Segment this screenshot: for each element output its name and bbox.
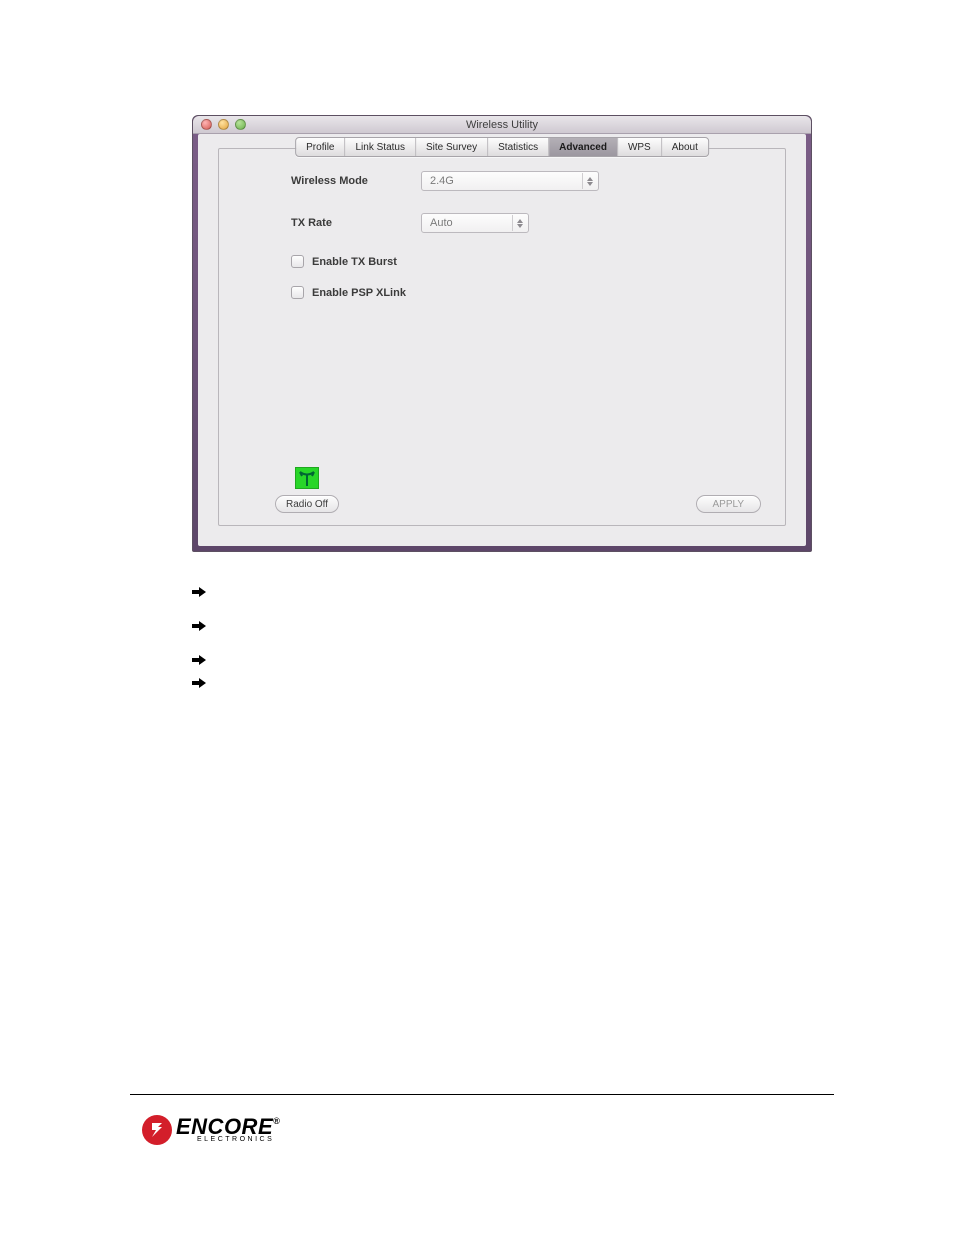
encore-logo-icon: [142, 1115, 172, 1145]
tab-advanced[interactable]: Advanced: [548, 138, 617, 156]
window-body: Profile Link Status Site Survey Statisti…: [198, 134, 806, 546]
titlebar: Wireless Utility: [193, 116, 811, 134]
bullet-1: [192, 582, 762, 602]
stepper-icon: [582, 173, 596, 189]
window-title: Wireless Utility: [193, 119, 811, 131]
tx-rate-label: TX Rate: [291, 217, 421, 229]
tx-rate-value: Auto: [430, 217, 453, 229]
tab-link-status[interactable]: Link Status: [345, 138, 415, 156]
stepper-icon: [512, 215, 526, 231]
bullet-list: [192, 582, 762, 693]
radio-off-button[interactable]: Radio Off: [275, 495, 339, 513]
enable-tx-burst-label: Enable TX Burst: [312, 256, 397, 268]
bullet-2: [192, 616, 762, 636]
tx-rate-select[interactable]: Auto: [421, 213, 529, 233]
radio-signal-icon: [295, 467, 319, 489]
wireless-utility-window: Wireless Utility Profile Link Status Sit…: [192, 115, 812, 552]
tab-site-survey[interactable]: Site Survey: [415, 138, 487, 156]
tab-about[interactable]: About: [661, 138, 708, 156]
enable-psp-xlink-checkbox[interactable]: [291, 286, 304, 299]
tx-rate-row: TX Rate Auto: [291, 213, 763, 233]
bullet-4: [192, 673, 762, 693]
bullet-3: [192, 650, 762, 670]
enable-psp-xlink-row: Enable PSP XLink: [291, 286, 763, 299]
tab-statistics[interactable]: Statistics: [487, 138, 548, 156]
tab-wps[interactable]: WPS: [617, 138, 661, 156]
enable-psp-xlink-label: Enable PSP XLink: [312, 287, 406, 299]
wireless-mode-select[interactable]: 2.4G: [421, 171, 599, 191]
wireless-mode-label: Wireless Mode: [291, 175, 421, 187]
apply-button[interactable]: APPLY: [696, 495, 762, 513]
radio-stack: Radio Off: [275, 467, 339, 513]
advanced-panel: Profile Link Status Site Survey Statisti…: [218, 148, 786, 526]
bottom-row: Radio Off APPLY: [275, 467, 761, 513]
wireless-mode-row: Wireless Mode 2.4G: [291, 171, 763, 191]
logo-brand: ENCORE: [176, 1114, 273, 1139]
enable-tx-burst-checkbox[interactable]: [291, 255, 304, 268]
encore-logo: ENCORE® ELECTRONICS: [142, 1110, 312, 1150]
wireless-mode-value: 2.4G: [430, 175, 454, 187]
footer-divider: [130, 1094, 834, 1095]
enable-tx-burst-row: Enable TX Burst: [291, 255, 763, 268]
tab-profile[interactable]: Profile: [296, 138, 344, 156]
tab-bar: Profile Link Status Site Survey Statisti…: [295, 137, 709, 157]
